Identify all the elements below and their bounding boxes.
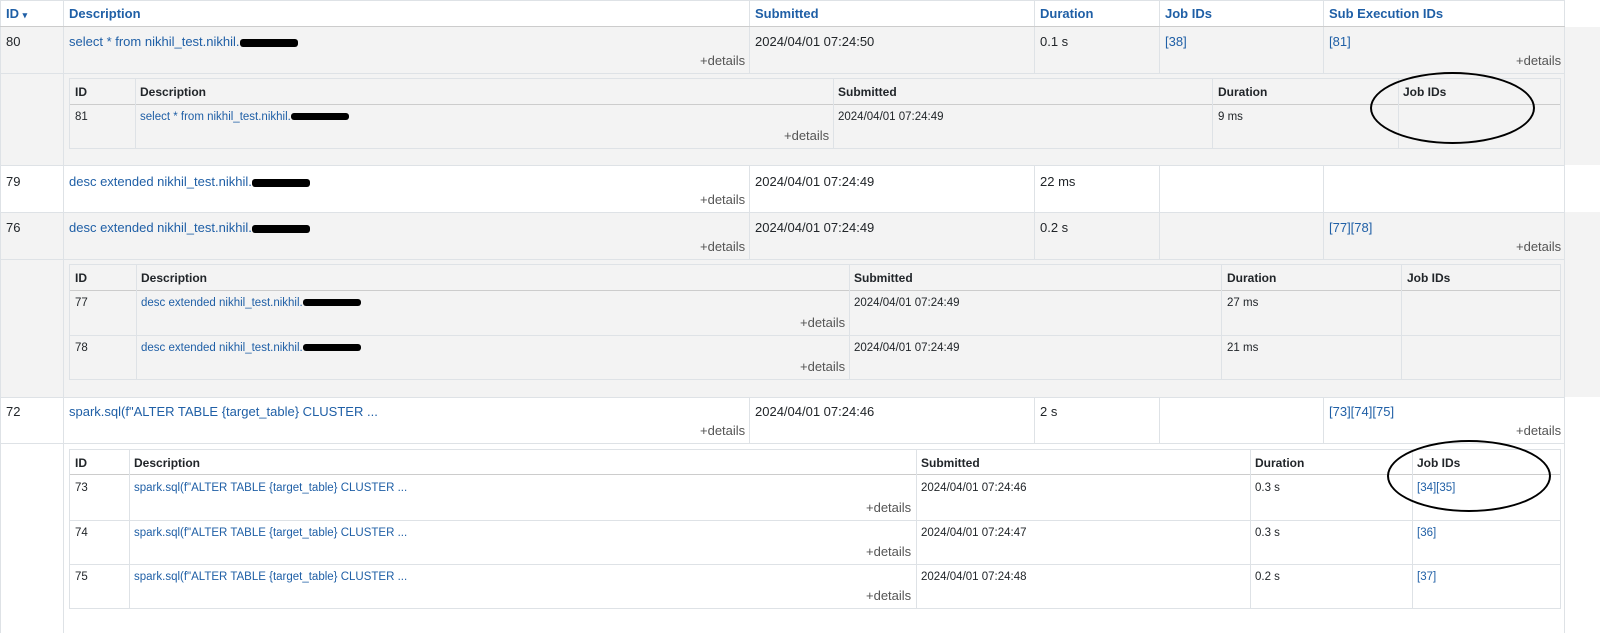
details-toggle[interactable]: +details bbox=[866, 544, 911, 559]
annotation-circle bbox=[1370, 72, 1535, 144]
sub-header-description[interactable]: Description bbox=[134, 456, 200, 470]
sub-row-description-link[interactable]: spark.sql(f"ALTER TABLE {target_table} C… bbox=[134, 571, 407, 583]
row-description-link[interactable]: desc extended nikhil_test.nikhil. bbox=[69, 220, 310, 235]
sub-header-duration[interactable]: Duration bbox=[1255, 456, 1304, 470]
redacted-text bbox=[302, 344, 361, 352]
details-toggle[interactable]: +details bbox=[700, 192, 745, 207]
sub-row-duration: 9 ms bbox=[1218, 111, 1243, 123]
sub-row-description-link[interactable]: select * from nikhil_test.nikhil. bbox=[140, 111, 349, 123]
sub-header-submitted[interactable]: Submitted bbox=[921, 456, 980, 470]
sub-row-description-link[interactable]: spark.sql(f"ALTER TABLE {target_table} C… bbox=[134, 482, 407, 494]
details-toggle[interactable]: +details bbox=[700, 423, 745, 438]
sort-descending-icon: ▾ bbox=[22, 10, 28, 20]
sub-header-id[interactable]: ID bbox=[75, 85, 87, 99]
sub-row-submitted: 2024/04/01 07:24:49 bbox=[838, 111, 944, 123]
row-id: 72 bbox=[6, 404, 21, 419]
annotation-circle bbox=[1387, 440, 1551, 512]
sub-header-id[interactable]: ID bbox=[75, 456, 87, 470]
sub-row-id: 81 bbox=[75, 111, 88, 123]
row-submitted: 2024/04/01 07:24:50 bbox=[755, 34, 875, 49]
details-toggle[interactable]: +details bbox=[1516, 239, 1561, 254]
sub-row-id: 78 bbox=[75, 342, 88, 354]
details-toggle[interactable]: +details bbox=[784, 128, 829, 143]
sub-row-submitted: 2024/04/01 07:24:49 bbox=[854, 297, 960, 309]
sub-row-submitted: 2024/04/01 07:24:46 bbox=[921, 482, 1027, 494]
sub-row-duration: 27 ms bbox=[1227, 297, 1259, 309]
sub-row-job-ids-link[interactable]: [36] bbox=[1417, 527, 1436, 539]
row-duration: 0.2 s bbox=[1040, 220, 1069, 235]
redacted-text bbox=[239, 38, 298, 47]
row-id: 80 bbox=[6, 34, 21, 49]
sub-header-submitted[interactable]: Submitted bbox=[854, 271, 913, 285]
sub-row-duration: 0.3 s bbox=[1255, 482, 1280, 494]
sub-row-duration: 21 ms bbox=[1227, 342, 1259, 354]
sub-row-description-link[interactable]: desc extended nikhil_test.nikhil. bbox=[141, 342, 361, 354]
sub-row-description-link[interactable]: desc extended nikhil_test.nikhil. bbox=[141, 297, 361, 309]
details-toggle[interactable]: +details bbox=[866, 588, 911, 603]
sub-header-id[interactable]: ID bbox=[75, 271, 87, 285]
sub-header-job-ids[interactable]: Job IDs bbox=[1407, 271, 1450, 285]
redacted-text bbox=[251, 224, 310, 233]
row-id: 76 bbox=[6, 220, 21, 235]
sub-row-submitted: 2024/04/01 07:24:49 bbox=[854, 342, 960, 354]
header-description[interactable]: Description bbox=[69, 6, 141, 21]
redacted-text bbox=[290, 113, 349, 121]
row-description-link[interactable]: select * from nikhil_test.nikhil. bbox=[69, 34, 298, 49]
row-sub-ids-link[interactable]: [73][74][75] bbox=[1329, 404, 1394, 419]
details-toggle[interactable]: +details bbox=[800, 315, 845, 330]
header-submitted[interactable]: Submitted bbox=[755, 6, 819, 21]
details-toggle[interactable]: +details bbox=[1516, 423, 1561, 438]
row-duration: 0.1 s bbox=[1040, 34, 1069, 49]
row-duration: 2 s bbox=[1040, 404, 1058, 419]
sub-row-id: 73 bbox=[75, 482, 88, 494]
sub-header-description[interactable]: Description bbox=[141, 271, 207, 285]
redacted-text bbox=[251, 178, 310, 187]
details-toggle[interactable]: +details bbox=[700, 53, 745, 68]
sub-header-duration[interactable]: Duration bbox=[1227, 271, 1276, 285]
row-submitted: 2024/04/01 07:24:49 bbox=[755, 174, 875, 189]
sub-execution-table: ID Description Submitted Duration Job ID… bbox=[69, 449, 1561, 609]
details-toggle[interactable]: +details bbox=[700, 239, 745, 254]
sub-row-duration: 0.2 s bbox=[1255, 571, 1280, 583]
row-sub-ids-link[interactable]: [77][78] bbox=[1329, 220, 1372, 235]
row-description-link[interactable]: desc extended nikhil_test.nikhil. bbox=[69, 174, 310, 189]
sub-row-id: 77 bbox=[75, 297, 88, 309]
sub-header-submitted[interactable]: Submitted bbox=[838, 85, 897, 99]
sub-header-duration[interactable]: Duration bbox=[1218, 85, 1267, 99]
sub-row-submitted: 2024/04/01 07:24:47 bbox=[921, 527, 1027, 539]
redacted-text bbox=[302, 299, 361, 307]
sub-row-id: 75 bbox=[75, 571, 88, 583]
header-sub-execution-ids[interactable]: Sub Execution IDs bbox=[1329, 6, 1443, 21]
header-duration[interactable]: Duration bbox=[1040, 6, 1093, 21]
sub-header-description[interactable]: Description bbox=[140, 85, 206, 99]
row-duration: 22 ms bbox=[1040, 174, 1076, 189]
sub-execution-table: ID Description Submitted Duration Job ID… bbox=[69, 264, 1561, 380]
sub-row-job-ids-link[interactable]: [37] bbox=[1417, 571, 1436, 583]
sub-row-duration: 0.3 s bbox=[1255, 527, 1280, 539]
details-toggle[interactable]: +details bbox=[800, 359, 845, 374]
row-submitted: 2024/04/01 07:24:49 bbox=[755, 220, 875, 235]
sub-execution-table: ID Description Submitted Duration Job ID… bbox=[69, 78, 1561, 149]
details-toggle[interactable]: +details bbox=[866, 500, 911, 515]
row-submitted: 2024/04/01 07:24:46 bbox=[755, 404, 875, 419]
row-job-ids-link[interactable]: [38] bbox=[1165, 34, 1187, 49]
sub-row-id: 74 bbox=[75, 527, 88, 539]
header-id[interactable]: ID ▾ bbox=[6, 6, 27, 21]
sub-row-description-link[interactable]: spark.sql(f"ALTER TABLE {target_table} C… bbox=[134, 527, 407, 539]
row-id: 79 bbox=[6, 174, 21, 189]
sub-row-submitted: 2024/04/01 07:24:48 bbox=[921, 571, 1027, 583]
details-toggle[interactable]: +details bbox=[1516, 53, 1561, 68]
row-description-link[interactable]: spark.sql(f"ALTER TABLE {target_table} C… bbox=[69, 404, 378, 419]
row-sub-ids-link[interactable]: [81] bbox=[1329, 34, 1351, 49]
header-job-ids[interactable]: Job IDs bbox=[1165, 6, 1212, 21]
